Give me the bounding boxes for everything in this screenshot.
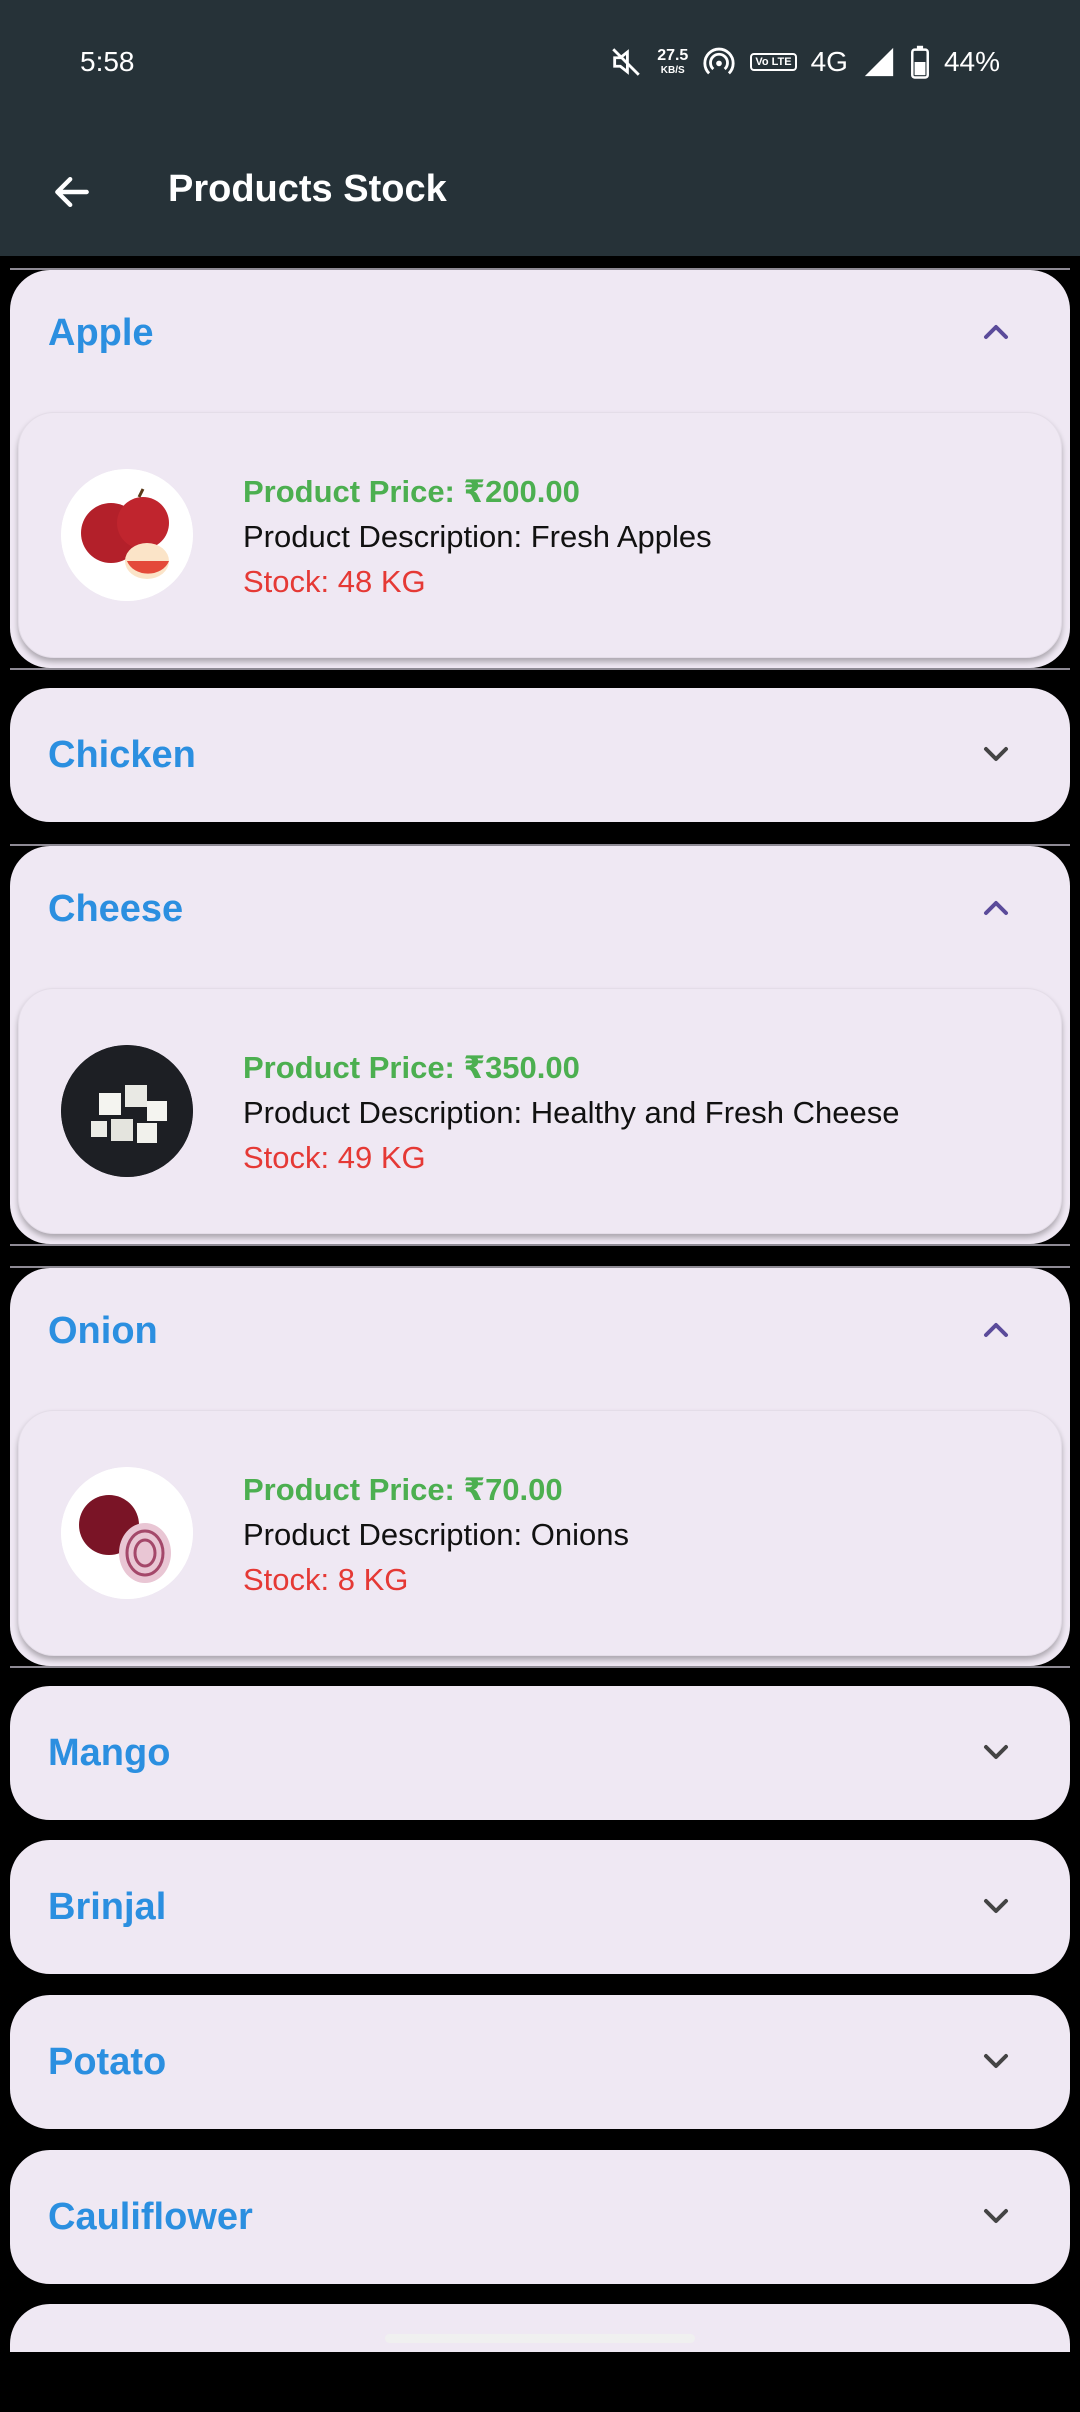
network-speed-value: 27.5	[657, 47, 689, 64]
home-indicator[interactable]	[385, 2334, 695, 2343]
product-name[interactable]: Mango	[48, 1732, 170, 1775]
chevron-down-icon[interactable]	[976, 2196, 1016, 2236]
product-description: Product Description: Onions	[243, 1517, 629, 1552]
product-stock: Stock: 48 KG	[243, 564, 426, 599]
product-card-mango[interactable]: Mango	[10, 1686, 1070, 1820]
product-name[interactable]: Onion	[48, 1310, 158, 1353]
divider	[10, 1244, 1070, 1246]
product-info: Product Price: ₹200.00 Product Descripti…	[243, 469, 712, 604]
product-details: Product Price: ₹200.00 Product Descripti…	[18, 412, 1062, 658]
divider	[10, 668, 1070, 670]
product-image-onion	[61, 1467, 193, 1599]
product-price: Product Price: ₹200.00	[243, 474, 580, 509]
product-image-apple	[61, 469, 193, 601]
network-speed-unit: KB/S	[660, 65, 685, 76]
product-card-brinjal[interactable]: Brinjal	[10, 1840, 1070, 1974]
product-description: Product Description: Fresh Apples	[243, 519, 712, 554]
battery-icon	[910, 45, 929, 79]
product-image-cheese	[61, 1045, 193, 1177]
product-card-cheese: Cheese Product Price: ₹350.00 Product De…	[10, 846, 1070, 1244]
chevron-up-icon[interactable]	[976, 1310, 1016, 1350]
product-stock: Stock: 8 KG	[243, 1562, 409, 1597]
product-card-partial[interactable]	[10, 2304, 1070, 2352]
status-bar: 5:58 27.5 KB/S Vo LTE 4G 44%	[0, 0, 1080, 128]
product-name[interactable]: Cauliflower	[48, 2196, 253, 2239]
product-details: Product Price: ₹350.00 Product Descripti…	[18, 988, 1062, 1234]
product-card-chicken[interactable]: Chicken	[10, 688, 1070, 822]
arrow-back-icon	[55, 176, 89, 208]
product-details: Product Price: ₹70.00 Product Descriptio…	[18, 1410, 1062, 1656]
chevron-down-icon[interactable]	[976, 734, 1016, 774]
chevron-down-icon[interactable]	[976, 1732, 1016, 1772]
network-speed: 27.5 KB/S	[657, 48, 688, 76]
product-description: Product Description: Healthy and Fresh C…	[243, 1095, 900, 1130]
divider	[10, 1666, 1070, 1668]
chevron-up-icon[interactable]	[976, 888, 1016, 928]
product-price: Product Price: ₹350.00	[243, 1050, 580, 1085]
product-card-onion: Onion Product Price: ₹70.00 Product Desc…	[10, 1268, 1070, 1666]
signal-icon	[864, 47, 894, 77]
volte-badge: Vo LTE	[750, 53, 797, 71]
product-list[interactable]: Apple Product Price: ₹200.00 Product Des…	[0, 262, 1080, 2352]
status-icons: 27.5 KB/S Vo LTE 4G 44%	[609, 40, 1000, 84]
chevron-down-icon[interactable]	[976, 1886, 1016, 1926]
product-stock: Stock: 49 KG	[243, 1140, 426, 1175]
product-info: Product Price: ₹70.00 Product Descriptio…	[243, 1467, 629, 1602]
battery-level: 44%	[943, 46, 1000, 77]
mute-icon	[612, 48, 640, 76]
product-name[interactable]: Cheese	[48, 888, 183, 931]
product-name[interactable]: Brinjal	[48, 1886, 166, 1929]
status-time: 5:58	[80, 46, 135, 77]
product-card-potato[interactable]: Potato	[10, 1995, 1070, 2129]
back-button[interactable]	[36, 156, 108, 228]
product-card-apple: Apple Product Price: ₹200.00 Product Des…	[10, 270, 1070, 668]
chevron-down-icon[interactable]	[976, 2041, 1016, 2081]
product-name[interactable]: Apple	[48, 312, 154, 355]
hotspot-icon	[703, 47, 735, 75]
product-card-cauliflower[interactable]: Cauliflower	[10, 2150, 1070, 2284]
product-name[interactable]: Potato	[48, 2041, 166, 2084]
chevron-up-icon[interactable]	[976, 312, 1016, 352]
product-name[interactable]: Chicken	[48, 734, 196, 777]
network-type: 4G	[810, 46, 848, 77]
app-bar: Products Stock	[0, 128, 1080, 256]
product-info: Product Price: ₹350.00 Product Descripti…	[243, 1045, 900, 1180]
product-price: Product Price: ₹70.00	[243, 1472, 563, 1507]
page-title: Products Stock	[168, 168, 447, 210]
